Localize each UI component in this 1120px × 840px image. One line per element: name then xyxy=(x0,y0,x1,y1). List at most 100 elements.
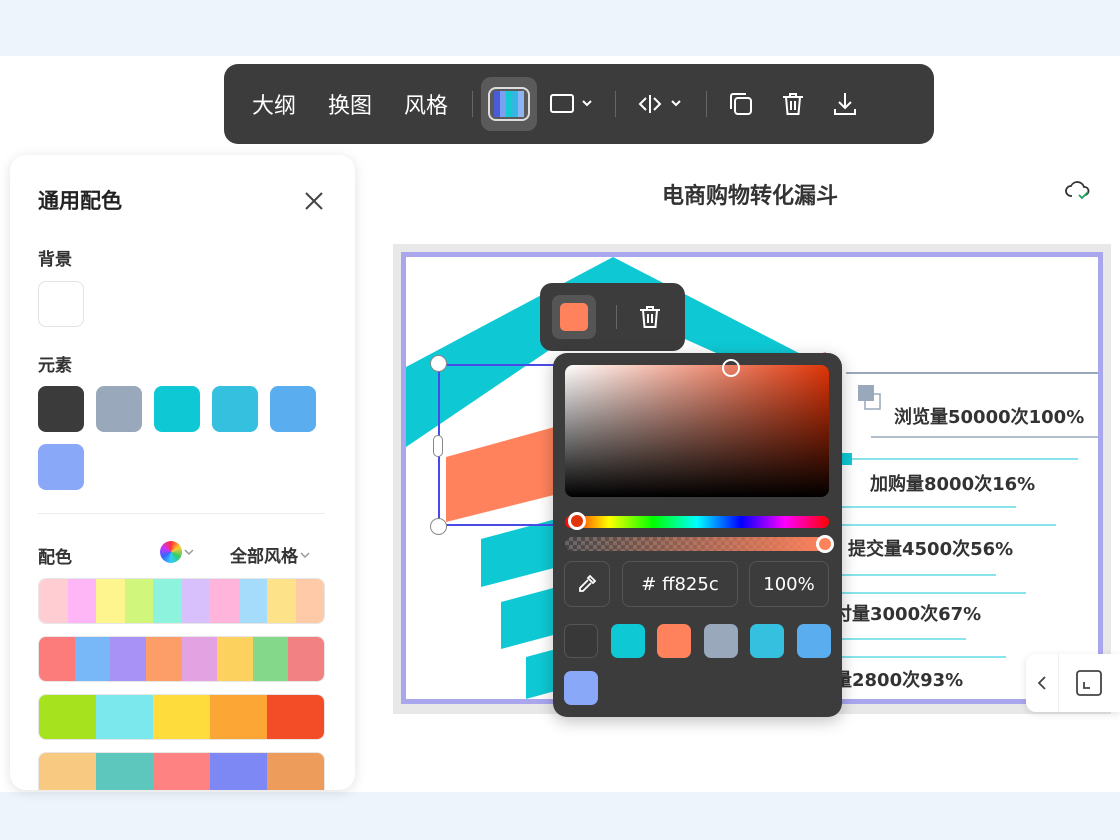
toolbar-divider xyxy=(706,91,708,117)
shape-dropdown-button[interactable] xyxy=(537,77,607,131)
color-palette-icon xyxy=(488,87,531,121)
preset-swatch[interactable] xyxy=(610,624,645,658)
resize-handle[interactable] xyxy=(430,518,447,535)
opacity-slider[interactable] xyxy=(565,537,829,551)
duplicate-button[interactable] xyxy=(715,77,767,131)
background-label: 背景 xyxy=(38,250,72,270)
palette-color xyxy=(153,753,210,790)
funnel-label-1[interactable]: 浏览量50000次100% xyxy=(894,403,1084,429)
element-swatch[interactable] xyxy=(212,386,258,432)
delete-button[interactable] xyxy=(767,77,819,131)
element-swatch[interactable] xyxy=(38,386,84,432)
chart-title[interactable]: 电商购物转化漏斗 xyxy=(560,178,940,210)
funnel-label-5[interactable]: 量2800次93% xyxy=(834,666,963,692)
palette-color xyxy=(238,579,267,623)
background-swatch[interactable] xyxy=(38,281,84,327)
palette-color xyxy=(39,579,68,623)
download-button[interactable] xyxy=(819,77,871,131)
preset-swatch[interactable] xyxy=(750,624,784,658)
fill-color-button[interactable] xyxy=(552,295,596,339)
outline-button[interactable]: 大纲 xyxy=(236,88,312,120)
palette-color xyxy=(124,579,153,623)
cloud-saved-icon[interactable] xyxy=(1064,178,1092,202)
preset-swatch[interactable] xyxy=(796,624,831,658)
palette-color xyxy=(295,579,324,623)
preset-swatch[interactable] xyxy=(564,671,598,705)
marker-1 xyxy=(858,385,874,401)
palette-color xyxy=(267,579,296,623)
side-buttons xyxy=(1026,654,1120,712)
palette-color xyxy=(96,579,125,623)
color-mode-dropdown[interactable] xyxy=(160,541,196,563)
color-picker-popover: # ff825c 100% xyxy=(553,353,842,717)
saturation-value-area[interactable] xyxy=(565,365,829,497)
palette-color xyxy=(67,579,96,623)
resize-handle[interactable] xyxy=(433,435,443,457)
rectangle-icon xyxy=(550,94,592,113)
palette-option[interactable] xyxy=(38,578,325,624)
element-swatch[interactable] xyxy=(96,386,142,432)
section-divider xyxy=(38,513,325,514)
palette-option[interactable] xyxy=(38,694,325,740)
funnel-label-4[interactable]: 付量3000次67% xyxy=(834,600,981,626)
trash-icon xyxy=(783,93,804,115)
sv-cursor[interactable] xyxy=(722,359,740,377)
flip-dropdown-button[interactable] xyxy=(624,77,698,131)
style-button[interactable]: 风格 xyxy=(388,88,464,120)
palette-color xyxy=(267,695,324,739)
palette-option[interactable] xyxy=(38,752,325,790)
color-scheme-panel: 通用配色 背景 元素 配色 全部风格 xyxy=(10,155,355,790)
close-icon[interactable] xyxy=(300,187,328,215)
palette-color xyxy=(110,637,146,681)
toolbar-divider xyxy=(472,91,474,117)
color-scheme-button[interactable] xyxy=(481,77,538,131)
preset-swatch[interactable] xyxy=(703,624,738,658)
palette-color xyxy=(210,579,239,623)
preset-swatch[interactable] xyxy=(657,624,691,658)
selection-box[interactable] xyxy=(438,364,568,526)
opacity-input[interactable]: 100% xyxy=(749,561,829,607)
palette-color xyxy=(267,753,324,790)
opacity-thumb[interactable] xyxy=(816,535,834,553)
element-swatch[interactable] xyxy=(154,386,200,432)
hex-input[interactable]: # ff825c xyxy=(622,561,738,607)
color-wheel-icon xyxy=(160,541,182,563)
palette-color xyxy=(210,753,267,790)
palette-color xyxy=(74,637,111,681)
palette-color xyxy=(39,637,75,681)
palette-color xyxy=(153,579,182,623)
palette-label: 配色 xyxy=(38,548,72,568)
element-swatch[interactable] xyxy=(38,444,84,490)
fill-color-swatch xyxy=(560,303,588,331)
panel-title: 通用配色 xyxy=(38,189,122,213)
hue-slider[interactable] xyxy=(565,516,829,528)
fit-screen-icon[interactable] xyxy=(1059,654,1119,712)
copy-icon xyxy=(730,93,753,115)
flip-icon xyxy=(638,95,681,113)
hue-thumb[interactable] xyxy=(568,512,586,530)
palette-color xyxy=(217,637,253,681)
chevron-down-icon xyxy=(300,551,310,558)
swap-chart-button[interactable]: 换图 xyxy=(312,88,388,120)
style-filter-dropdown[interactable]: 全部风格 xyxy=(230,542,312,567)
eyedropper-icon xyxy=(579,574,597,592)
preset-swatch[interactable] xyxy=(564,624,598,658)
eyedropper-button[interactable] xyxy=(564,561,610,607)
palette-color xyxy=(288,637,324,681)
elements-label: 元素 xyxy=(38,356,72,376)
element-mini-toolbar xyxy=(540,283,685,351)
style-filter-label: 全部风格 xyxy=(230,547,298,567)
palette-color xyxy=(39,695,96,739)
download-icon xyxy=(834,93,857,115)
funnel-label-3[interactable]: 提交量4500次56% xyxy=(848,535,1013,561)
palette-color xyxy=(153,695,210,739)
trash-icon[interactable] xyxy=(636,303,664,331)
funnel-label-2[interactable]: 加购量8000次16% xyxy=(870,470,1035,496)
chevron-left-icon[interactable] xyxy=(1026,654,1058,712)
palette-option[interactable] xyxy=(38,636,325,682)
palette-color xyxy=(210,695,267,739)
chevron-down-icon xyxy=(184,549,194,556)
top-toolbar: 大纲 换图 风格 xyxy=(224,64,934,144)
element-swatch[interactable] xyxy=(270,386,316,432)
resize-handle[interactable] xyxy=(430,355,447,372)
